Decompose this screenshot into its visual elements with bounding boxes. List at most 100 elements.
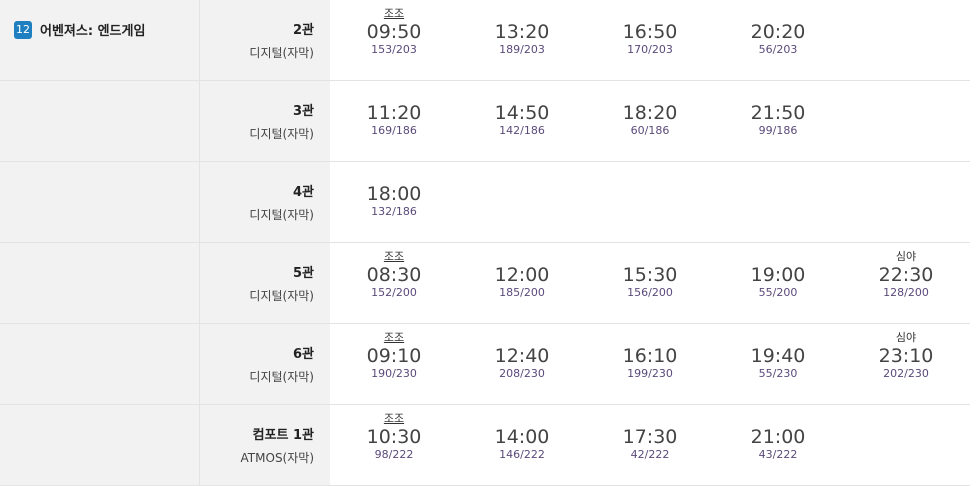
seat-availability: 42/222 <box>630 448 670 461</box>
showtime-time[interactable]: 16:10 <box>600 345 700 367</box>
showtime-slot[interactable]: 19:00 55/200 <box>728 250 828 300</box>
movie-cell <box>0 162 200 242</box>
seat-availability: 55/200 <box>758 286 798 299</box>
screen-format: 디지털(자막) <box>249 289 314 303</box>
showtime-slot[interactable]: 조조 09:10 190/230 <box>344 331 444 381</box>
showtime-slot[interactable]: 조조 10:30 98/222 <box>344 412 444 462</box>
showtime-time[interactable]: 21:50 <box>728 102 828 124</box>
showtime-slot[interactable]: 18:00 132/186 <box>344 169 444 219</box>
showtime-time[interactable]: 09:50 <box>344 21 444 43</box>
hall-name: 6관 <box>292 347 314 362</box>
showtime-time[interactable]: 15:30 <box>600 264 700 286</box>
seat-availability: 56/203 <box>758 43 798 56</box>
showtime-slot[interactable]: 14:00 146/222 <box>472 412 572 462</box>
showtime-time[interactable]: 21:00 <box>728 426 828 448</box>
seat-availability: 190/230 <box>371 367 417 380</box>
age-rating-badge: 12 <box>14 20 32 39</box>
showtime-slot[interactable]: 21:50 99/186 <box>728 88 828 138</box>
showtime-tag <box>600 331 700 345</box>
showtime-time[interactable]: 17:30 <box>600 426 700 448</box>
showtime-time[interactable]: 18:00 <box>344 183 444 205</box>
showtime-time[interactable]: 23:10 <box>856 345 956 367</box>
showtime-time[interactable]: 20:20 <box>728 21 828 43</box>
seat-availability: 146/222 <box>499 448 545 461</box>
showtime-slot[interactable]: 조조 08:30 152/200 <box>344 250 444 300</box>
showtime-tag: 조조 <box>383 412 405 425</box>
showtime-time[interactable]: 08:30 <box>344 264 444 286</box>
movie-title[interactable]: 어벤져스: 엔드게임 <box>40 20 145 39</box>
showtime-tag <box>472 412 572 426</box>
screen-format: 디지털(자막) <box>249 370 314 384</box>
hall-name: 2관 <box>292 23 314 38</box>
hall-row: 5관 디지털(자막) 조조 08:30 152/200 12:00 185/200… <box>0 243 970 324</box>
showtime-time[interactable]: 12:40 <box>472 345 572 367</box>
showtime-time[interactable]: 12:00 <box>472 264 572 286</box>
showtime-time[interactable]: 13:20 <box>472 21 572 43</box>
showtime-tag <box>600 412 700 426</box>
showtime-slot[interactable]: 16:50 170/203 <box>600 7 700 57</box>
showtime-tag: 조조 <box>383 7 405 20</box>
showtime-time[interactable]: 11:20 <box>344 102 444 124</box>
hall-cell: 2관 디지털(자막) <box>200 0 330 80</box>
showtime-tag <box>344 88 444 102</box>
seat-availability: 99/186 <box>758 124 798 137</box>
seat-availability: 98/222 <box>374 448 414 461</box>
showtimes: 조조 09:10 190/230 12:40 208/230 16:10 199… <box>330 324 970 404</box>
showtimes: 조조 09:50 153/203 13:20 189/203 16:50 170… <box>330 0 970 80</box>
showtime-time[interactable]: 16:50 <box>600 21 700 43</box>
showtime-slot[interactable]: 14:50 142/186 <box>472 88 572 138</box>
showtime-table: 12 어벤져스: 엔드게임 2관 디지털(자막) 조조 09:50 153/203 … <box>0 0 970 486</box>
hall-cell: 5관 디지털(자막) <box>200 243 330 323</box>
seat-availability: 132/186 <box>371 205 417 218</box>
showtime-slot[interactable]: 15:30 156/200 <box>600 250 700 300</box>
showtime-slot[interactable]: 19:40 55/230 <box>728 331 828 381</box>
showtime-slot[interactable]: 13:20 189/203 <box>472 7 572 57</box>
showtime-tag: 조조 <box>383 250 405 263</box>
showtime-time[interactable]: 14:50 <box>472 102 572 124</box>
seat-availability: 152/200 <box>371 286 417 299</box>
showtime-tag <box>600 250 700 264</box>
showtime-tag: 심야 <box>895 250 917 263</box>
showtime-time[interactable]: 19:00 <box>728 264 828 286</box>
showtime-tag <box>728 88 828 102</box>
showtime-tag <box>472 88 572 102</box>
showtime-slot[interactable]: 11:20 169/186 <box>344 88 444 138</box>
showtime-slot[interactable]: 심야 23:10 202/230 <box>856 331 956 381</box>
showtime-slot[interactable]: 심야 22:30 128/200 <box>856 250 956 300</box>
showtime-time[interactable]: 09:10 <box>344 345 444 367</box>
showtime-time[interactable]: 22:30 <box>856 264 956 286</box>
seat-availability: 185/200 <box>499 286 545 299</box>
seat-availability: 153/203 <box>371 43 417 56</box>
movie-info: 12 어벤져스: 엔드게임 <box>14 20 145 39</box>
seat-availability: 43/222 <box>758 448 798 461</box>
showtime-tag <box>472 7 572 21</box>
showtime-time[interactable]: 18:20 <box>600 102 700 124</box>
showtime-slot[interactable]: 12:40 208/230 <box>472 331 572 381</box>
screen-format: 디지털(자막) <box>249 208 314 222</box>
showtime-slot[interactable]: 12:00 185/200 <box>472 250 572 300</box>
hall-row: 12 어벤져스: 엔드게임 2관 디지털(자막) 조조 09:50 153/203 … <box>0 0 970 81</box>
screen-format: 디지털(자막) <box>249 127 314 141</box>
showtime-slot[interactable]: 17:30 42/222 <box>600 412 700 462</box>
hall-row: 4관디지털(자막) 18:00 132/186 <box>0 162 970 243</box>
showtime-slot[interactable]: 16:10 199/230 <box>600 331 700 381</box>
showtime-time[interactable]: 14:00 <box>472 426 572 448</box>
showtime-tag <box>600 88 700 102</box>
hall-name: 컴포트 1관 <box>252 428 314 443</box>
showtime-slot[interactable]: 18:20 60/186 <box>600 88 700 138</box>
hall-cell: 4관디지털(자막) <box>200 162 330 242</box>
showtime-tag <box>728 331 828 345</box>
showtime-slot[interactable]: 21:00 43/222 <box>728 412 828 462</box>
showtime-tag <box>728 7 828 21</box>
showtimes: 11:20 169/186 14:50 142/186 18:20 60/186… <box>330 81 970 161</box>
showtime-tag: 조조 <box>383 331 405 344</box>
showtime-tag <box>728 250 828 264</box>
showtime-slot[interactable]: 조조 09:50 153/203 <box>344 7 444 57</box>
movie-cell <box>0 81 200 161</box>
hall-row: 컴포트 1관 ATMOS(자막) 조조 10:30 98/222 14:00 14… <box>0 405 970 486</box>
showtime-slot[interactable]: 20:20 56/203 <box>728 7 828 57</box>
showtime-time[interactable]: 19:40 <box>728 345 828 367</box>
seat-availability: 170/203 <box>627 43 673 56</box>
showtime-time[interactable]: 10:30 <box>344 426 444 448</box>
hall-name: 4관 <box>292 185 314 200</box>
